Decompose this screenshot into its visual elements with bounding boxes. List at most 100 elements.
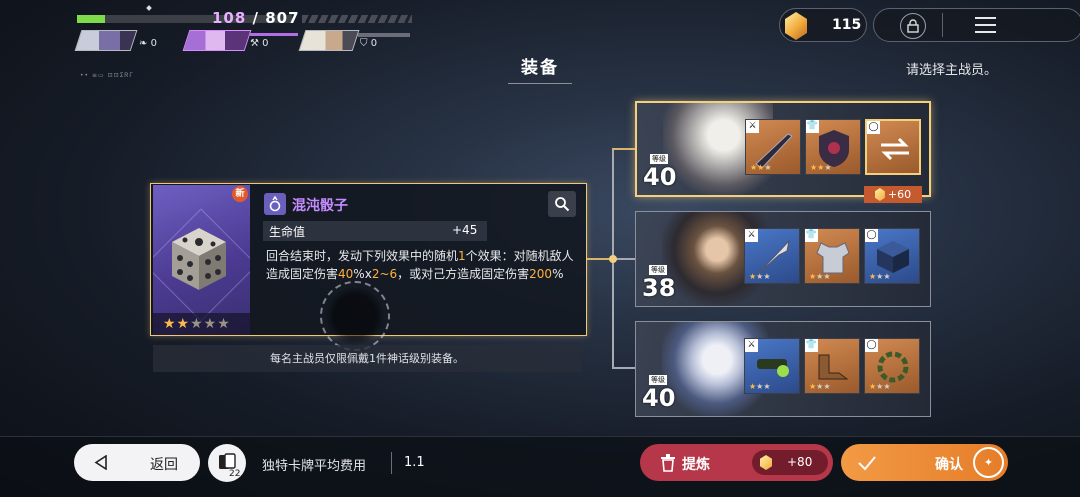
crystal-icon	[874, 188, 885, 201]
select-hint: 请选择主战员。	[906, 63, 998, 78]
hp-current: 108	[212, 9, 247, 27]
connector-dot	[609, 255, 617, 263]
confirm-badge: ✦	[973, 447, 1004, 478]
dice-icon	[172, 228, 226, 290]
desc-highlight-count: 1	[458, 249, 466, 263]
party-member-2[interactable]	[182, 30, 252, 51]
party-member-3-bar	[358, 33, 410, 37]
hp-max: 807	[265, 9, 300, 27]
level-value-1: 40	[643, 163, 677, 191]
connector-1	[612, 148, 636, 150]
mythic-limit-note: 每名主战员仅限佩戴1件神话级别装备。	[153, 345, 581, 372]
confirm-label: 确认	[935, 457, 963, 473]
hp-readout: 108 / 807	[212, 9, 300, 27]
level-badge-2: 等级 38	[642, 257, 676, 302]
lock-icon	[907, 19, 919, 33]
cube-icon	[877, 241, 909, 273]
party-member-3[interactable]	[298, 30, 360, 51]
weapon-slot-2[interactable]: ⚔ ★★★	[744, 228, 800, 284]
boots-icon	[818, 354, 849, 380]
rarity-stars-filled: ★★	[163, 316, 191, 332]
back-button[interactable]: 返回	[74, 444, 200, 481]
chestplate-icon	[816, 242, 850, 274]
armor-slot-3[interactable]: 👕 ★★★	[804, 338, 860, 394]
level-badge-1: 等级 40	[643, 146, 677, 191]
item-name: 混沌骰子	[292, 198, 348, 214]
search-icon	[555, 197, 570, 212]
desc-text-4: ，或对己方造成固定伤害	[397, 267, 530, 281]
slot-stars: ★★★	[749, 382, 771, 391]
hud-stripes	[302, 15, 412, 23]
weapon-slot-3[interactable]: ⚔ ★★★	[744, 338, 800, 394]
item-description: 回合结束时，发动下列效果中的随机1个效果：对随机敌人造成固定伤害40%x2~6，…	[266, 247, 574, 283]
back-arrow-icon	[94, 455, 107, 470]
shield-icon: ⛉	[360, 38, 368, 49]
connector-3	[612, 367, 636, 369]
sparkle-icon: ✦	[983, 456, 994, 469]
armor-slot-1[interactable]: 👕 ★★★	[805, 119, 861, 175]
stat-label: 生命值	[269, 225, 306, 239]
vine-wreath-icon	[877, 351, 909, 383]
refine-label: 提炼	[682, 457, 710, 473]
back-label: 返回	[150, 457, 178, 473]
accessory-slot-1[interactable]: ◯	[865, 119, 921, 175]
deck-button[interactable]: 22	[208, 444, 246, 482]
trash-icon	[661, 454, 675, 472]
party-member-3-stat: ⛉ 0	[360, 38, 377, 49]
avg-cost-label: 独特卡牌平均费用	[262, 459, 367, 474]
hp-bar-fill	[77, 15, 105, 23]
level-value-3: 40	[642, 384, 676, 412]
currency-value: 115	[832, 17, 862, 33]
desc-text-5: %	[552, 267, 564, 281]
rarity-stars-empty: ★★★	[190, 316, 231, 332]
stat-row: 生命值 +45	[263, 221, 487, 241]
party-member-2-value: 0	[262, 38, 269, 49]
refine-value: +80	[787, 455, 813, 469]
character-card-2[interactable]: 等级 38 ⚔ ★★★ 👕 ★★★ ◯ ★★★	[635, 211, 931, 307]
party-member-2-stat: ⚒ 0	[250, 38, 269, 49]
level-value-2: 38	[642, 274, 676, 302]
slot-stars: ★★★	[750, 163, 772, 172]
slot-stars: ★★★	[869, 382, 891, 391]
character-card-1[interactable]: 等级 40 ⚔ ★★★ 👕 ★★★ ◯	[635, 101, 931, 197]
lock-button[interactable]	[900, 13, 926, 39]
party-member-1-value: 0	[150, 38, 157, 49]
level-badge-3: 等级 40	[642, 367, 676, 412]
touch-cursor	[320, 281, 390, 351]
slot-stars: ★★★	[749, 272, 771, 281]
desc-text-1: 回合结束时，发动下列效果中的随机	[266, 249, 459, 263]
character-card-3[interactable]: 等级 40 ⚔ ★★★ 👕 ★★★ ◯ ★★★	[635, 321, 931, 417]
accessory-slot-2[interactable]: ◯ ★★★	[864, 228, 920, 284]
weapon-slot-1[interactable]: ⚔ ★★★	[745, 119, 801, 175]
deck-card-count: 22	[229, 469, 241, 479]
inspect-button[interactable]	[548, 191, 576, 217]
slot-stars: ★★★	[809, 382, 831, 391]
check-icon	[858, 456, 876, 471]
refine-bonus-value: +60	[887, 188, 912, 201]
confirm-button[interactable]: 确认 ✦	[841, 444, 1008, 481]
divider	[942, 13, 943, 37]
desc-highlight-self: 200	[529, 267, 553, 281]
party-member-2-bar	[250, 33, 298, 36]
slot-stars: ★★★	[810, 163, 832, 172]
new-badge: 新	[232, 186, 248, 202]
avg-cost-value: 1.1	[404, 455, 425, 470]
cost-divider	[391, 452, 392, 474]
desc-highlight-range: 2~6	[371, 267, 398, 281]
hp-marker	[146, 5, 152, 11]
slot-stars: ★★★	[809, 272, 831, 281]
refine-button[interactable]: 提炼 +80	[640, 444, 833, 481]
menu-button[interactable]	[975, 15, 996, 35]
accessory-slot-3[interactable]: ◯ ★★★	[864, 338, 920, 394]
party-member-1-stat: ❧ 0	[139, 38, 157, 49]
gun-icon	[757, 359, 789, 377]
bird-icon: ❧	[139, 38, 148, 49]
refine-bonus-badge: +60	[864, 186, 922, 203]
title-decoration	[508, 80, 572, 84]
shield-eye-icon	[819, 130, 849, 167]
dagger-icon	[755, 133, 793, 168]
armor-slot-2[interactable]: 👕 ★★★	[804, 228, 860, 284]
stat-value: +45	[452, 223, 478, 237]
hp-separator: /	[246, 9, 266, 27]
party-member-1[interactable]	[74, 30, 138, 51]
